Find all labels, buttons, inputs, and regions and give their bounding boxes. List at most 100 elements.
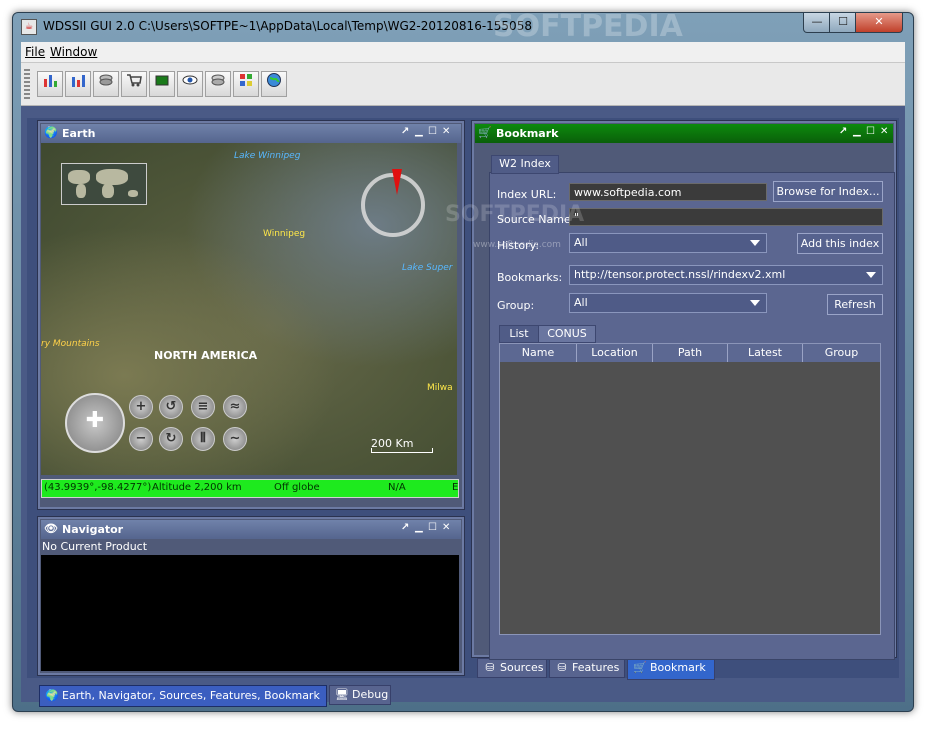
column-header-latest[interactable]: Latest (728, 344, 803, 362)
close-frame-icon[interactable]: ✕ (442, 522, 450, 533)
cart-icon: 🛒 (633, 661, 647, 674)
add-index-button[interactable]: Add this index (797, 233, 883, 254)
bar-chart-icon[interactable] (37, 71, 63, 97)
close-frame-icon[interactable]: ✕ (880, 126, 888, 137)
eye-icon[interactable] (177, 71, 203, 97)
eye-icon: 👁 (44, 522, 58, 535)
tilt-down-icon[interactable]: ⦀ (191, 427, 215, 451)
column-header-path[interactable]: Path (653, 344, 728, 362)
flatten-icon[interactable]: ∼ (223, 427, 247, 451)
rotate-left-icon[interactable]: ↺ (159, 395, 183, 419)
title-bar[interactable]: ☕ WDSSII GUI 2.0 C:\Users\SOFTPE~1\AppDa… (13, 9, 913, 44)
tab-sources[interactable]: ⛁ Sources (477, 658, 547, 678)
softpedia-watermark: SOFTPEDIA (445, 202, 585, 227)
bookmarks-select[interactable]: http://tensor.protect.nssl/rindexv2.xml (569, 265, 883, 285)
navigator-view[interactable] (41, 555, 459, 671)
tilt-up-icon[interactable]: ≡ (191, 395, 215, 419)
layers-icon[interactable] (205, 71, 231, 97)
cart-icon: 🛒 (478, 126, 492, 139)
navigator-product: No Current Product (42, 540, 148, 553)
detach-icon[interactable]: ↗ (839, 126, 847, 137)
chevron-down-icon (750, 240, 760, 246)
map-label-milwaukee: Milwa (427, 383, 453, 393)
earth-frame: 🌍 Earth ↗ ▁ ☐ ✕ Lake Winnipeg Winnipeg L… (37, 120, 465, 510)
zoom-in-icon[interactable]: + (129, 395, 153, 419)
tab-main-desktop[interactable]: 🌍 Earth, Navigator, Sources, Features, Bo… (39, 685, 327, 707)
maximize-button[interactable]: ☐ (829, 13, 857, 33)
bookmark-title: Bookmark (496, 127, 559, 140)
tab-features[interactable]: ⛁ Features (549, 658, 625, 678)
subtab-list[interactable]: List (499, 325, 539, 343)
refresh-button[interactable]: Refresh (827, 294, 883, 315)
table-header: Name Location Path Latest Group (500, 344, 880, 362)
map-label-lake-superior: Lake Super (402, 263, 453, 273)
subtab-conus[interactable]: CONUS (538, 325, 596, 343)
earth-frame-header[interactable]: 🌍 Earth ↗ ▁ ☐ ✕ (41, 124, 461, 143)
menu-bar: File Window (21, 42, 905, 63)
map-label-lake-winnipeg: Lake Winnipeg (234, 151, 301, 161)
column-header-name[interactable]: Name (500, 344, 577, 362)
pan-control[interactable]: ✚ (65, 393, 125, 453)
detach-icon[interactable]: ↗ (401, 522, 409, 533)
tab-bookmark[interactable]: 🛒 Bookmark (627, 658, 715, 680)
navigator-title: Navigator (62, 523, 124, 536)
globe-icon: 🌍 (44, 126, 58, 139)
group-select[interactable]: All (569, 293, 767, 313)
column-header-group[interactable]: Group (803, 344, 880, 362)
bar-chart-icon[interactable] (65, 71, 91, 97)
softpedia-url-watermark: www.softpedia.com (473, 240, 561, 250)
globe-icon: 🌍 (45, 689, 59, 702)
close-frame-icon[interactable]: ✕ (442, 126, 450, 137)
navigator-frame-header[interactable]: 👁 Navigator ↗ ▁ ☐ ✕ (41, 520, 461, 539)
film-icon[interactable] (149, 71, 175, 97)
source-name-field[interactable]: " (569, 208, 883, 226)
java-app-icon: ☕ (21, 19, 37, 35)
menu-file[interactable]: File (25, 45, 45, 59)
minimize-frame-icon[interactable]: ▁ (415, 522, 423, 533)
status-na: N/A (388, 482, 406, 493)
toolbar-grip[interactable] (24, 69, 30, 99)
maximize-frame-icon[interactable]: ☐ (866, 126, 875, 137)
world-minimap[interactable] (61, 163, 147, 205)
detach-icon[interactable]: ↗ (401, 126, 409, 137)
close-button[interactable]: ✕ (855, 13, 903, 33)
status-extra: E (452, 482, 459, 493)
earth-title: Earth (62, 127, 96, 140)
maximize-frame-icon[interactable]: ☐ (428, 522, 437, 533)
bookmarks-label: Bookmarks: (497, 271, 563, 284)
bookmark-frame-header[interactable]: 🛒 Bookmark ↗ ▁ ☐ ✕ (475, 124, 893, 143)
map-label-mountains: ry Mountains (41, 339, 100, 349)
group-label: Group: (497, 299, 535, 312)
layers-icon[interactable] (93, 71, 119, 97)
grid-icon[interactable] (233, 71, 259, 97)
globe-icon[interactable] (261, 71, 287, 97)
menu-window[interactable]: Window (50, 45, 97, 59)
softpedia-watermark: SOFTPEDIA (493, 9, 683, 44)
layers-icon: ⛁ (485, 661, 495, 674)
browse-index-button[interactable]: Browse for Index... (773, 181, 883, 202)
index-url-label: Index URL: (497, 188, 557, 201)
cart-icon[interactable] (121, 71, 147, 97)
status-altitude: Altitude 2,200 km (152, 482, 242, 493)
minimize-frame-icon[interactable]: ▁ (415, 126, 423, 137)
chevron-down-icon (866, 272, 876, 278)
status-globe: Off globe (274, 482, 320, 493)
history-select[interactable]: All (569, 233, 767, 253)
window-title: WDSSII GUI 2.0 C:\Users\SOFTPE~1\AppData… (43, 19, 532, 33)
tab-debug[interactable]: 🖥 Debug (329, 685, 391, 705)
index-url-field[interactable]: www.softpedia.com (569, 183, 767, 201)
minimize-button[interactable]: — (803, 13, 831, 33)
map-label-winnipeg: Winnipeg (263, 229, 306, 239)
bookmark-table[interactable]: Name Location Path Latest Group (499, 343, 881, 635)
maximize-frame-icon[interactable]: ☐ (428, 126, 437, 137)
terrain-icon[interactable]: ≈ (223, 395, 247, 419)
toolbar (21, 63, 905, 106)
tab-w2-index[interactable]: W2 Index (491, 155, 559, 174)
earth-map[interactable]: Lake Winnipeg Winnipeg Lake Super ry Mou… (41, 143, 457, 475)
minimize-frame-icon[interactable]: ▁ (853, 126, 861, 137)
map-label-north-america: NORTH AMERICA (154, 349, 258, 362)
rotate-right-icon[interactable]: ↻ (159, 427, 183, 451)
zoom-out-icon[interactable]: − (129, 427, 153, 451)
compass-icon[interactable] (361, 169, 425, 237)
column-header-location[interactable]: Location (577, 344, 653, 362)
